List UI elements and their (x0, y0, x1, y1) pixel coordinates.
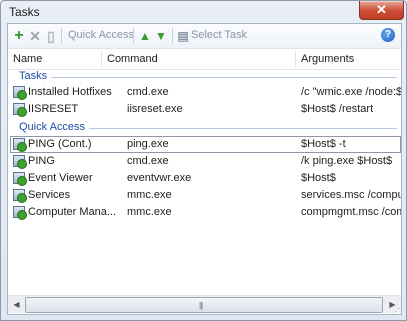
column-header: Name Command Arguments (8, 49, 401, 70)
group-header-tasks[interactable]: Tasks (8, 70, 401, 84)
table-row[interactable]: PING (Cont.) ping.exe $Host$ -t (10, 136, 401, 153)
group-label: Quick Access (19, 121, 90, 133)
group-header-quick-access[interactable]: Quick Access (8, 121, 401, 135)
row-command: mmc.exe (127, 206, 172, 218)
column-header-command[interactable]: Command (102, 49, 158, 69)
task-icon (13, 172, 27, 186)
row-name: Computer Mana... (28, 206, 117, 218)
select-task-button[interactable]: Select Task (191, 29, 247, 41)
horizontal-scrollbar[interactable]: ◀ ||| ▶ (8, 295, 401, 313)
group-divider (19, 77, 397, 78)
select-task-icon[interactable]: ▤ (176, 29, 190, 43)
tasks-window: Tasks ✕ + ✕ ▯ Quick Access ▲ ▼ ▤ Select … (0, 0, 407, 321)
row-name: IISRESET (28, 103, 79, 115)
move-up-icon[interactable]: ▲ (138, 29, 152, 43)
row-arguments: $Host$ -t (301, 138, 346, 150)
window-title: Tasks (9, 5, 40, 19)
column-header-arguments[interactable]: Arguments (296, 49, 354, 69)
row-arguments: $Host$ /restart (301, 103, 374, 115)
help-icon[interactable]: ? (381, 28, 395, 42)
row-command: eventvwr.exe (127, 172, 192, 184)
row-name: Services (28, 189, 71, 201)
row-arguments: /c "wmic.exe /node:$H (301, 86, 401, 98)
group-label: Tasks (19, 70, 52, 82)
task-icon (13, 138, 27, 152)
task-icon (13, 103, 27, 117)
scroll-left-icon[interactable]: ◀ (8, 296, 25, 313)
row-command: iisreset.exe (127, 103, 183, 115)
row-command: cmd.exe (127, 86, 169, 98)
row-command: ping.exe (127, 138, 169, 150)
resize-grip-icon[interactable]: ⋰ (392, 307, 402, 317)
row-command: mmc.exe (127, 189, 172, 201)
table-row[interactable]: Services mmc.exe services.msc /compute (8, 187, 401, 204)
column-header-name[interactable]: Name (8, 49, 42, 69)
task-icon (13, 86, 27, 100)
table-row[interactable]: Event Viewer eventvwr.exe $Host$ (8, 170, 401, 187)
title-bar[interactable]: Tasks ✕ (1, 1, 406, 23)
close-button[interactable]: ✕ (359, 1, 404, 20)
toolbar-separator (172, 28, 173, 44)
scrollbar-thumb[interactable]: ||| (25, 297, 383, 313)
table-row[interactable]: IISRESET iisreset.exe $Host$ /restart (8, 101, 401, 118)
quick-access-button[interactable]: Quick Access (68, 29, 134, 41)
table-row[interactable]: PING cmd.exe /k ping.exe $Host$ (8, 153, 401, 170)
grip-icon: ||| (199, 301, 203, 310)
delete-icon[interactable]: ✕ (28, 29, 42, 43)
add-icon[interactable]: + (12, 28, 26, 44)
toolbar-separator (61, 28, 62, 44)
task-icon (13, 155, 27, 169)
table-row[interactable]: Computer Mana... mmc.exe compmgmt.msc /c… (8, 204, 401, 221)
row-arguments: /k ping.exe $Host$ (301, 155, 393, 167)
toolbar: + ✕ ▯ Quick Access ▲ ▼ ▤ Select Task ? (8, 24, 401, 49)
row-name: PING (Cont.) (28, 138, 92, 150)
row-command: cmd.exe (127, 155, 169, 167)
table-row[interactable]: Installed Hotfixes cmd.exe /c "wmic.exe … (8, 84, 401, 101)
row-arguments: $Host$ (301, 172, 336, 184)
tasks-panel: + ✕ ▯ Quick Access ▲ ▼ ▤ Select Task ? N… (7, 23, 402, 315)
copy-icon[interactable]: ▯ (44, 29, 58, 43)
toolbar-separator (133, 28, 134, 44)
row-name: PING (28, 155, 55, 167)
row-arguments: services.msc /compute (301, 189, 401, 201)
row-arguments: compmgmt.msc /comp (301, 206, 401, 218)
task-icon (13, 206, 27, 220)
row-name: Event Viewer (28, 172, 93, 184)
task-icon (13, 189, 27, 203)
move-down-icon[interactable]: ▼ (154, 29, 168, 43)
row-name: Installed Hotfixes (28, 86, 112, 98)
